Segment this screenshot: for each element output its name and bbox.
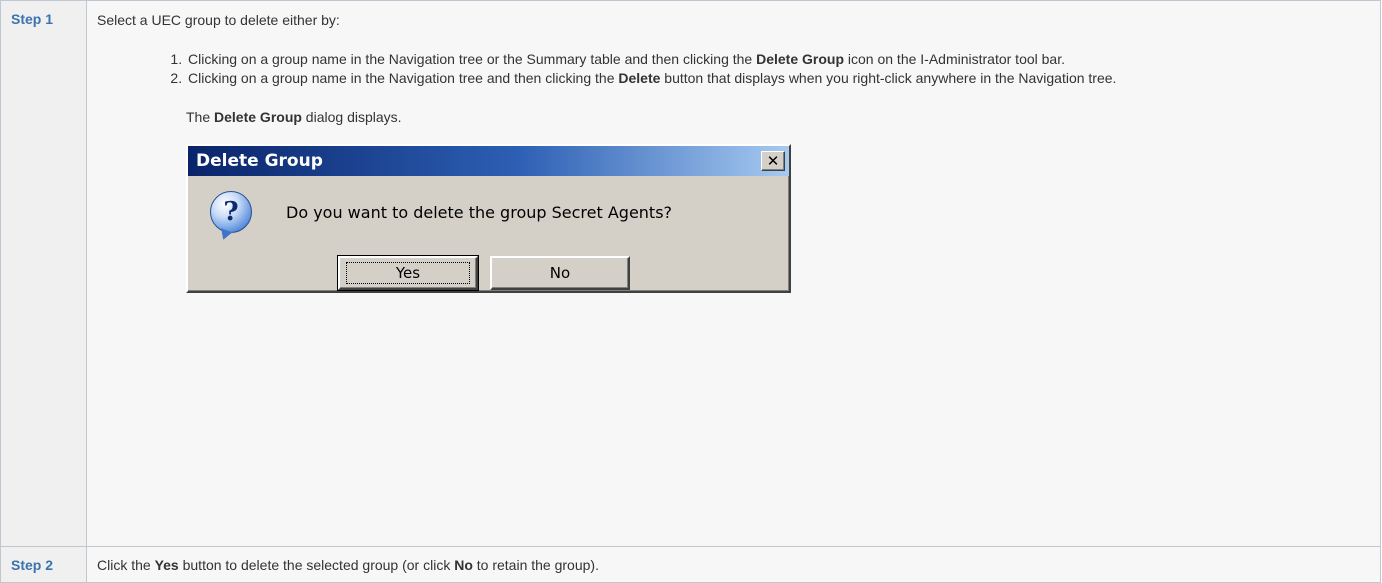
- yes-button[interactable]: Yes: [337, 255, 479, 291]
- caption-text: The: [186, 109, 215, 125]
- step-intro: Select a UEC group to delete either by:: [97, 12, 340, 28]
- close-icon[interactable]: ✕: [761, 151, 785, 171]
- list-item-text: Clicking on a group name in the Navigati…: [188, 70, 619, 86]
- step-row: Step 1 Select a UEC group to delete eith…: [0, 0, 1381, 547]
- step-label: Step 1: [0, 0, 87, 547]
- dialog-buttons: Yes No: [188, 255, 789, 291]
- bold-term: Delete: [618, 70, 661, 86]
- bold-term: Delete Group: [214, 109, 302, 125]
- no-button[interactable]: No: [490, 256, 630, 290]
- dialog-titlebar[interactable]: Delete Group ✕: [188, 146, 789, 176]
- bold-term: Yes: [154, 557, 179, 573]
- dialog-title: Delete Group: [196, 151, 323, 171]
- question-icon: ?: [210, 191, 252, 233]
- steps-table: Step 1 Select a UEC group to delete eith…: [0, 0, 1381, 583]
- options-list: Clicking on a group name in the Navigati…: [97, 50, 1370, 87]
- step-content: Select a UEC group to delete either by: …: [86, 0, 1381, 547]
- delete-group-dialog: Delete Group ✕ ? Do you want to delete t…: [186, 144, 791, 293]
- bold-term: No: [454, 557, 473, 573]
- dialog-body: ? Do you want to delete the group Secret…: [188, 176, 789, 236]
- step-row: Step 2 Click the Yes button to delete th…: [0, 546, 1381, 583]
- step-label: Step 2: [0, 546, 87, 583]
- step-text: to retain the group).: [472, 557, 599, 573]
- step-text: Click the: [97, 557, 155, 573]
- no-button-label: No: [549, 264, 571, 282]
- list-item: Clicking on a group name in the Navigati…: [186, 69, 1370, 87]
- dialog-message: Do you want to delete the group Secret A…: [286, 202, 673, 222]
- bold-term: Delete Group: [756, 51, 844, 67]
- list-item-text: Clicking on a group name in the Navigati…: [188, 51, 757, 67]
- caption-text: dialog displays.: [301, 109, 402, 125]
- list-item-text: button that displays when you right-clic…: [660, 70, 1117, 86]
- step-text: button to delete the selected group (or …: [178, 557, 455, 573]
- list-item-text: icon on the I-Administrator tool bar.: [844, 51, 1065, 67]
- yes-button-label: Yes: [346, 262, 470, 284]
- step-content: Click the Yes button to delete the selec…: [86, 546, 1381, 583]
- list-item: Clicking on a group name in the Navigati…: [186, 50, 1370, 68]
- dialog-caption: The Delete Group dialog displays.: [186, 108, 1370, 126]
